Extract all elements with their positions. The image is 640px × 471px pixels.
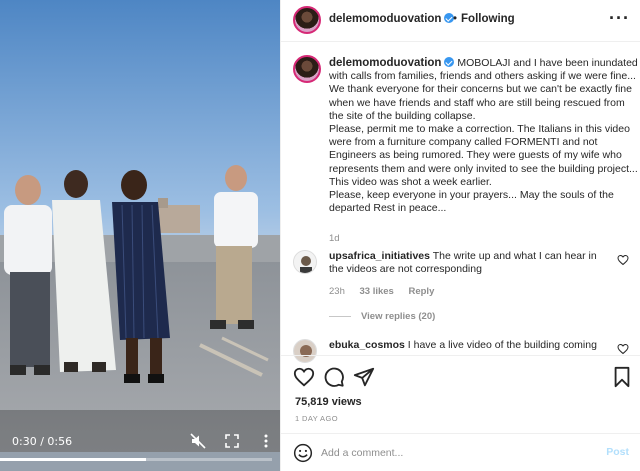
comment-input[interactable]	[321, 443, 571, 463]
replies-divider	[329, 315, 351, 317]
view-replies-button[interactable]: View replies (20)	[329, 311, 435, 322]
mute-icon[interactable]	[190, 433, 206, 449]
reply-button[interactable]: Reply	[408, 286, 434, 297]
video-player[interactable]: 0:30 / 0:56	[0, 0, 280, 471]
post-panel: delemomoduovation • Following ··· delemom…	[280, 0, 640, 471]
share-icon[interactable]	[353, 366, 375, 388]
caption-username[interactable]: delemomoduovation	[329, 57, 441, 69]
comment-username[interactable]: upsafrica_initiatives	[329, 250, 430, 262]
post-timestamp[interactable]: 1 DAY AGO	[295, 414, 338, 423]
video-time: 0:30 / 0:56	[12, 435, 73, 448]
more-vertical-icon[interactable]	[258, 433, 274, 449]
comment-likes[interactable]: 33 likes	[360, 286, 394, 297]
caption-text: delemomoduovation MOBOLAJI and I have be…	[329, 57, 639, 215]
caption-avatar[interactable]	[293, 55, 321, 83]
comment-username[interactable]: ebuka_cosmos	[329, 339, 405, 351]
heart-icon[interactable]	[617, 254, 629, 266]
heart-icon[interactable]	[617, 343, 629, 355]
comment-text: ebuka_cosmos I have a live video of the …	[329, 339, 611, 352]
comment-meta: 23h 33 likes Reply	[329, 286, 446, 297]
video-controls: 0:30 / 0:56	[0, 429, 280, 471]
views-count[interactable]: 75,819 views	[295, 396, 362, 408]
more-horizontal-icon[interactable]: ···	[609, 8, 630, 29]
comment-body: I have a live video of the building comi…	[407, 339, 597, 351]
video-progress-bar[interactable]	[0, 458, 272, 461]
view-replies-label[interactable]: View replies (20)	[361, 311, 435, 322]
fullscreen-icon[interactable]	[224, 433, 240, 449]
action-bar	[281, 355, 640, 395]
bookmark-icon[interactable]	[611, 366, 633, 388]
post-header: delemomoduovation • Following ···	[281, 0, 640, 42]
emoji-icon[interactable]	[293, 443, 313, 463]
video-progress-fill	[0, 458, 146, 461]
comment-avatar[interactable]	[293, 250, 317, 274]
comment-icon[interactable]	[323, 366, 345, 388]
header-username-text[interactable]: delemomoduovation	[329, 13, 441, 25]
comments-scroll[interactable]: delemomoduovation MOBOLAJI and I have be…	[281, 43, 640, 363]
add-comment-bar: Post	[281, 433, 640, 471]
following-button[interactable]: Following	[461, 13, 515, 25]
header-username[interactable]: delemomoduovation	[329, 13, 455, 25]
caption-body: MOBOLAJI and I have been inundated with …	[329, 57, 638, 215]
heart-icon[interactable]	[293, 366, 315, 388]
caption-time[interactable]: 1d	[329, 233, 340, 244]
video-frame	[0, 0, 280, 471]
comment-text: upsafrica_initiatives The write up and w…	[329, 250, 611, 276]
avatar[interactable]	[293, 6, 321, 34]
verified-icon	[444, 57, 455, 67]
separator-dot: •	[453, 13, 458, 25]
post-button[interactable]: Post	[606, 446, 629, 458]
comment-time[interactable]: 23h	[329, 286, 345, 297]
avatar-image	[294, 251, 316, 273]
follow-status: • Following	[453, 13, 515, 25]
